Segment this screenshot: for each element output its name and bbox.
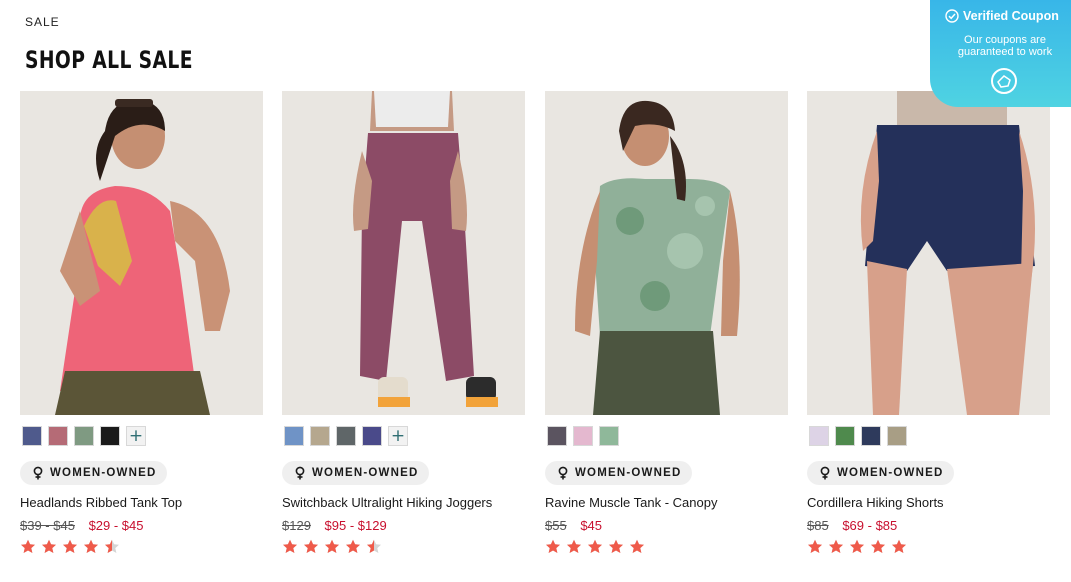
product-name[interactable]: Ravine Muscle Tank - Canopy	[545, 495, 717, 510]
sale-price: $69 - $85	[842, 518, 898, 533]
rating-stars	[21, 539, 119, 553]
more-colors-button[interactable]: +	[388, 426, 408, 446]
star-icon	[21, 539, 35, 553]
price: $39 - $45 $29 - $45	[20, 518, 144, 533]
rating-stars	[283, 539, 381, 553]
product-image[interactable]	[282, 91, 525, 415]
color-swatches	[809, 426, 907, 446]
star-rating	[282, 539, 386, 559]
color-swatch[interactable]	[887, 426, 907, 446]
star-icon	[829, 539, 843, 553]
product-image[interactable]	[545, 91, 788, 415]
female-symbol-icon	[295, 466, 305, 480]
star-icon	[105, 539, 119, 553]
color-swatch[interactable]	[362, 426, 382, 446]
star-icon	[630, 539, 644, 553]
product-image[interactable]	[807, 91, 1050, 415]
color-swatches: +	[284, 426, 408, 446]
color-swatch[interactable]	[835, 426, 855, 446]
female-symbol-icon	[558, 466, 568, 480]
original-price: $129	[282, 518, 311, 533]
star-icon	[850, 539, 864, 553]
color-swatch[interactable]	[22, 426, 42, 446]
coupon-title-text: Verified Coupon	[963, 9, 1059, 23]
star-icon	[546, 539, 560, 553]
badge-label: WOMEN-OWNED	[575, 467, 682, 479]
color-swatch[interactable]	[547, 426, 567, 446]
color-swatch[interactable]	[861, 426, 881, 446]
star-icon	[609, 539, 623, 553]
original-price: $85	[807, 518, 829, 533]
sale-price: $45	[580, 518, 603, 533]
color-swatch[interactable]	[336, 426, 356, 446]
star-icon	[871, 539, 885, 553]
color-swatch[interactable]	[48, 426, 68, 446]
coupon-title: Verified Coupon	[945, 9, 1059, 23]
rating-stars	[546, 539, 644, 553]
star-icon	[325, 539, 339, 553]
color-swatches: +	[22, 426, 146, 446]
color-swatch[interactable]	[74, 426, 94, 446]
sale-price: $95 - $129	[324, 518, 387, 533]
rating-stars	[808, 539, 906, 553]
women-owned-badge: WOMEN-OWNED	[20, 461, 168, 485]
color-swatch[interactable]	[310, 426, 330, 446]
price: $129 $95 - $129	[282, 518, 387, 533]
coupon-subtitle: Our coupons are guaranteed to work	[957, 34, 1053, 58]
more-colors-button[interactable]: +	[126, 426, 146, 446]
original-price: $39 - $45	[20, 518, 75, 533]
women-owned-badge: WOMEN-OWNED	[282, 461, 430, 485]
women-owned-badge: WOMEN-OWNED	[807, 461, 955, 485]
product-image[interactable]	[20, 91, 263, 415]
star-icon	[283, 539, 297, 553]
page-title: SHOP ALL SALE	[25, 46, 193, 74]
star-rating	[545, 539, 649, 559]
star-icon	[367, 539, 381, 553]
star-icon	[808, 539, 822, 553]
product-name[interactable]: Switchback Ultralight Hiking Joggers	[282, 495, 492, 510]
check-circle-icon	[945, 9, 959, 23]
price: $85 $69 - $85	[807, 518, 897, 533]
breadcrumb[interactable]: SALE	[25, 15, 60, 29]
female-symbol-icon	[33, 466, 43, 480]
star-icon	[567, 539, 581, 553]
color-swatch[interactable]	[284, 426, 304, 446]
badge-label: WOMEN-OWNED	[837, 467, 944, 479]
product-card: + WOMEN-OWNED Headlands Ribbed Tank Top …	[20, 91, 263, 582]
star-icon	[84, 539, 98, 553]
star-rating	[20, 539, 124, 559]
color-swatch[interactable]	[809, 426, 829, 446]
color-swatches	[547, 426, 619, 446]
female-symbol-icon	[820, 466, 830, 480]
color-swatch[interactable]	[100, 426, 120, 446]
badge-label: WOMEN-OWNED	[50, 467, 157, 479]
badge-label: WOMEN-OWNED	[312, 467, 419, 479]
star-icon	[63, 539, 77, 553]
star-icon	[304, 539, 318, 553]
product-name[interactable]: Headlands Ribbed Tank Top	[20, 495, 182, 510]
star-icon	[892, 539, 906, 553]
color-swatch[interactable]	[573, 426, 593, 446]
product-card: + WOMEN-OWNED Switchback Ultralight Hiki…	[282, 91, 525, 582]
product-card: WOMEN-OWNED Cordillera Hiking Shorts $85…	[807, 91, 1050, 582]
verified-coupon-widget[interactable]: Verified Coupon Our coupons are guarante…	[930, 0, 1071, 107]
star-rating	[807, 539, 911, 559]
original-price: $55	[545, 518, 567, 533]
color-swatch[interactable]	[599, 426, 619, 446]
sale-price: $29 - $45	[88, 518, 144, 533]
product-name[interactable]: Cordillera Hiking Shorts	[807, 495, 944, 510]
star-icon	[588, 539, 602, 553]
price: $55 $45	[545, 518, 602, 533]
star-icon	[346, 539, 360, 553]
coupon-logo-icon	[991, 68, 1017, 94]
product-card: WOMEN-OWNED Ravine Muscle Tank - Canopy …	[545, 91, 788, 582]
star-icon	[42, 539, 56, 553]
product-grid: + WOMEN-OWNED Headlands Ribbed Tank Top …	[20, 91, 1050, 582]
women-owned-badge: WOMEN-OWNED	[545, 461, 693, 485]
